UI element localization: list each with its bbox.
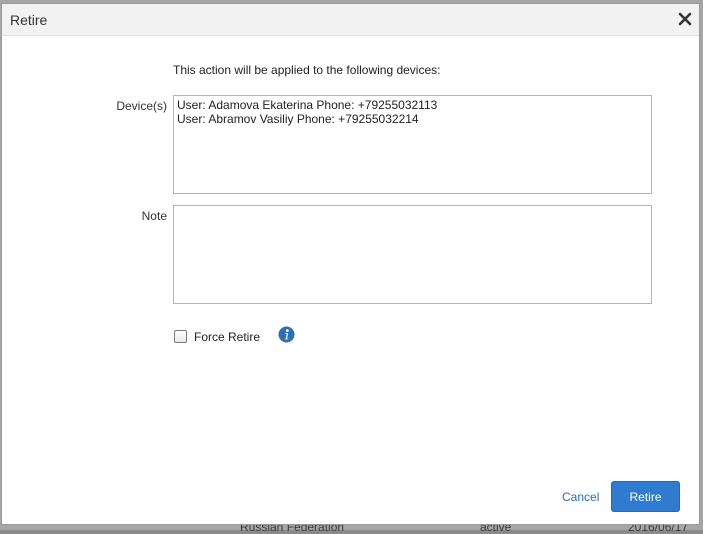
force-retire-label[interactable]: Force Retire (194, 330, 260, 344)
retire-dialog: Retire This action will be applied to th… (1, 3, 700, 525)
intro-text: This action will be applied to the follo… (173, 63, 441, 77)
note-field[interactable] (173, 205, 652, 304)
list-item: User: Adamova Ekaterina Phone: +79255032… (177, 98, 438, 112)
cancel-button[interactable]: Cancel (562, 490, 599, 504)
devices-label: Device(s) (116, 99, 167, 113)
force-retire-checkbox[interactable] (174, 330, 187, 343)
retire-button[interactable]: Retire (611, 481, 680, 512)
note-label: Note (141, 209, 167, 223)
close-icon[interactable] (676, 10, 694, 28)
dialog-titlebar: Retire (2, 4, 699, 36)
dialog-title: Retire (10, 12, 48, 28)
list-item: User: Abramov Vasiliy Phone: +7925503221… (177, 112, 419, 126)
info-icon[interactable] (278, 326, 295, 343)
devices-list[interactable]: User: Adamova Ekaterina Phone: +79255032… (173, 95, 652, 194)
